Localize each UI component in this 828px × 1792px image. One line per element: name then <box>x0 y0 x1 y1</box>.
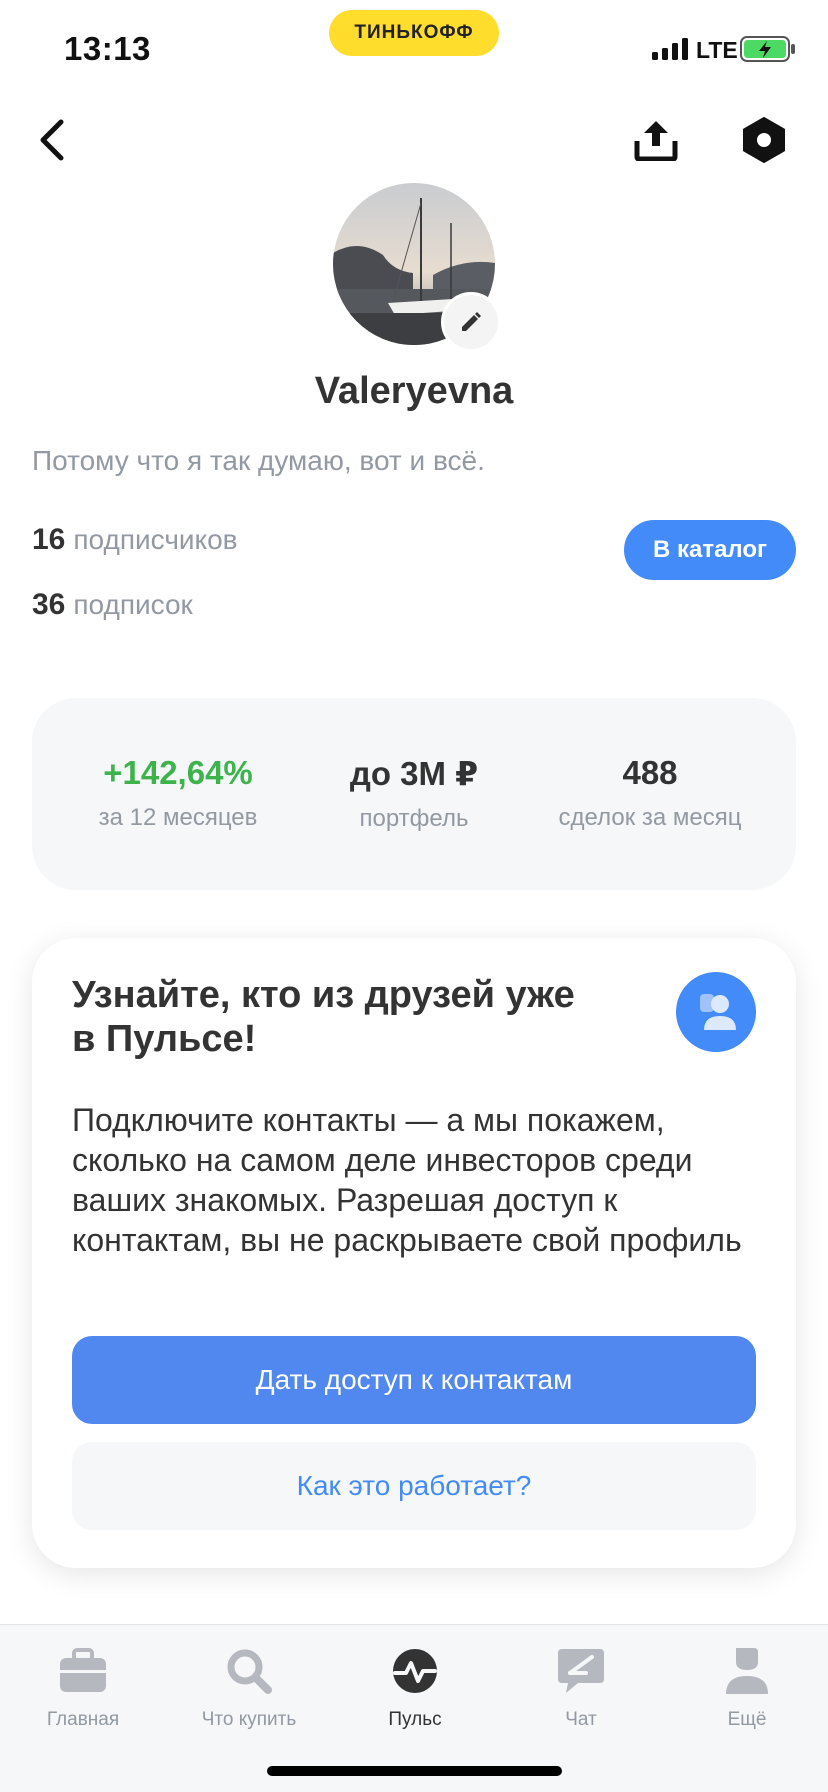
back-button[interactable] <box>22 110 82 170</box>
search-icon <box>227 1649 272 1694</box>
stat-return-value: +142,64% <box>103 754 253 791</box>
followers-label: подписчиков <box>73 524 238 555</box>
tab-home[interactable]: Главная <box>0 1641 166 1731</box>
following-count: 36 <box>32 588 66 621</box>
tab-what-to-buy-label: Что купить <box>201 1709 297 1730</box>
profile-icon <box>726 1648 768 1694</box>
pencil-icon <box>462 312 481 331</box>
share-button[interactable] <box>626 110 686 170</box>
stat-deals-value: 488 <box>622 754 678 791</box>
tab-pulse[interactable]: Пульс <box>332 1641 498 1731</box>
chevron-left-icon <box>40 119 64 161</box>
settings-button[interactable] <box>734 110 794 170</box>
following-label: подписок <box>73 589 193 620</box>
tab-chat-label: Чат <box>565 1709 597 1730</box>
battery-charging-icon <box>740 36 795 62</box>
card-title: Узнайте, кто из друзей уже в Пульсе! <box>72 974 575 1060</box>
stat-deals-label: сделок за месяц <box>558 804 742 831</box>
chat-icon <box>558 1649 604 1693</box>
stat-portfolio: до 3M ₽ портфель <box>296 754 532 833</box>
tab-more[interactable]: Ещё <box>664 1641 828 1731</box>
top-navigation <box>0 110 828 170</box>
how-it-works-button[interactable]: Как это работает? <box>72 1442 756 1530</box>
home-indicator <box>267 1766 562 1776</box>
brand-badge: ТИНЬКОФФ <box>329 10 499 56</box>
profile-username: Valeryevna <box>314 370 514 412</box>
card-description: Подключите контакты — а мы покажем, скол… <box>72 1102 742 1258</box>
contacts-icon <box>676 972 756 1052</box>
cellular-signal-icon <box>652 38 688 60</box>
people-icon <box>700 994 736 1030</box>
stat-deals: 488 сделок за месяц <box>532 754 768 832</box>
hexagon-settings-icon <box>743 117 785 163</box>
profile-bio: Потому что я так думаю, вот и всё. <box>32 445 485 476</box>
briefcase-icon <box>60 1648 106 1692</box>
grant-contacts-access-button[interactable]: Дать доступ к контактам <box>72 1336 756 1424</box>
stat-return-label: за 12 месяцев <box>98 804 258 831</box>
followers-count: 16 <box>32 523 66 556</box>
edit-avatar-button[interactable] <box>441 292 501 352</box>
stat-return: +142,64% за 12 месяцев <box>60 754 296 832</box>
pulse-icon <box>393 1649 437 1693</box>
stats-card: +142,64% за 12 месяцев до 3M ₽ портфель … <box>32 698 796 890</box>
tab-chat[interactable]: Чат <box>498 1641 664 1731</box>
share-upload-icon <box>634 121 678 161</box>
catalog-button[interactable]: В каталог <box>624 520 796 580</box>
status-bar: 13:13 ТИНЬКОФФ LTE <box>0 0 828 90</box>
stat-portfolio-label: портфель <box>359 805 469 832</box>
stat-portfolio-value: до 3M ₽ <box>349 755 479 792</box>
tab-home-label: Главная <box>46 1709 120 1730</box>
network-type: LTE <box>696 37 738 63</box>
contacts-invite-card: Узнайте, кто из друзей уже в Пульсе! Под… <box>32 938 796 1568</box>
tab-more-label: Ещё <box>727 1709 767 1730</box>
followers-link[interactable]: 16 подписчиков <box>32 523 238 557</box>
status-time: 13:13 <box>64 30 151 67</box>
tab-pulse-label: Пульс <box>388 1709 442 1730</box>
tab-what-to-buy[interactable]: Что купить <box>166 1641 332 1731</box>
following-link[interactable]: 36 подписок <box>32 588 193 622</box>
